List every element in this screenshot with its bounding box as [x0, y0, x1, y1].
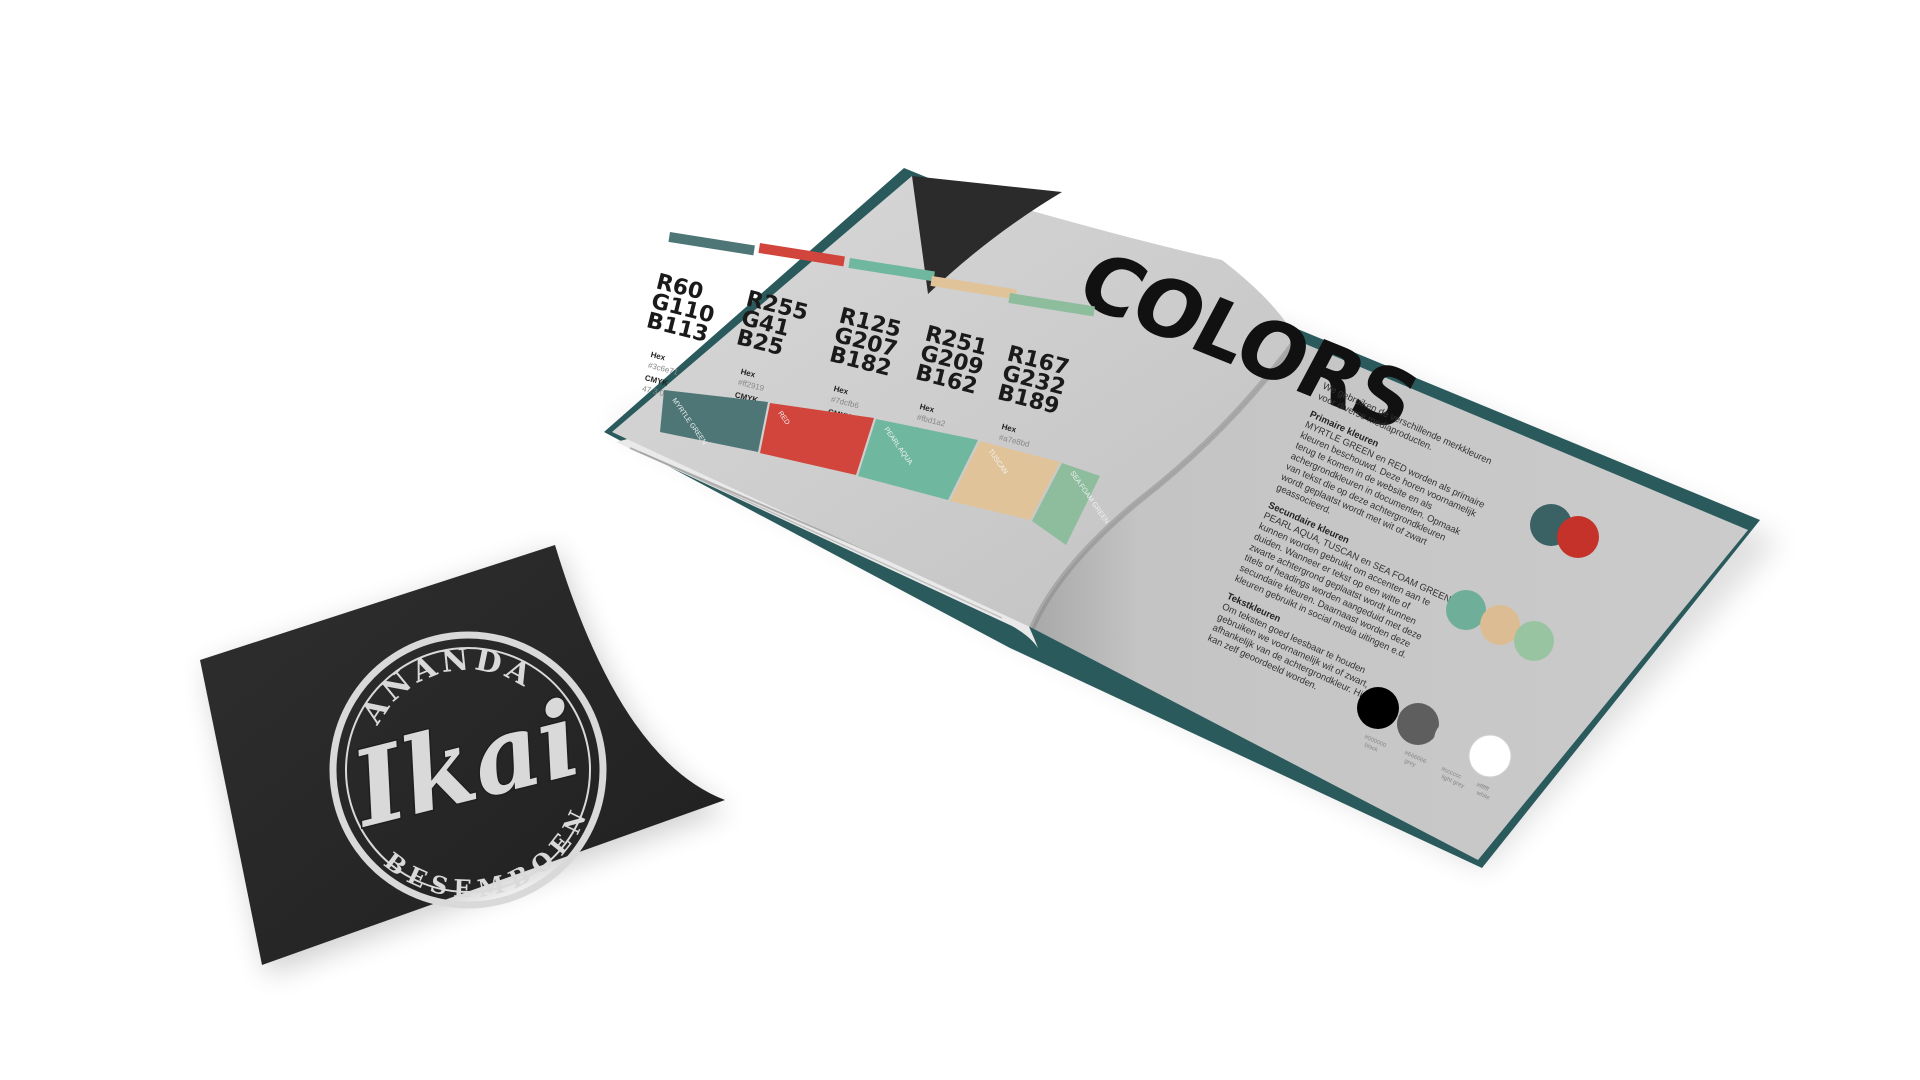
circle-red [1557, 516, 1599, 558]
circle-tuscan [1480, 605, 1520, 645]
text-color-circle [1397, 703, 1439, 745]
circle-pearl-aqua [1446, 590, 1486, 630]
book: COLORS R60G110B113Hex#3c6e71CMYK47 3 0 5… [604, 168, 1780, 870]
text-color-circle [1468, 734, 1512, 778]
swatch-top-bar [668, 232, 755, 256]
text-color-circle [1357, 687, 1399, 729]
scene: ANANDA BESEMBOEN Ikai COLORS R60G110B113… [200, 168, 1780, 975]
circle-sea-foam-green [1514, 621, 1554, 661]
sticker: ANANDA BESEMBOEN Ikai [200, 545, 730, 975]
